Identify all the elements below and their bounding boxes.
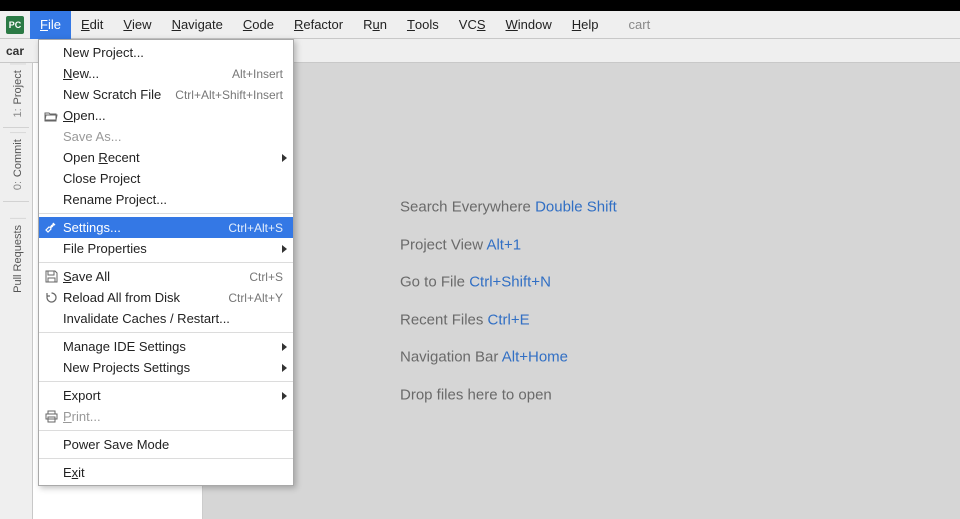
gutter-tab-commit[interactable]: 0: Commit: [10, 132, 26, 196]
print-icon: [43, 409, 59, 425]
app-icon-text: PC: [9, 20, 22, 30]
menu-separator: [39, 332, 293, 333]
menu-item-label: Exit: [63, 465, 283, 480]
menu-refactor[interactable]: Refactor: [284, 11, 353, 39]
menu-item-label: Close Project: [63, 171, 283, 186]
file-menu-dropdown: New Project...New...Alt+InsertNew Scratc…: [38, 39, 294, 486]
menu-item-power-save-mode[interactable]: Power Save Mode: [39, 434, 293, 455]
menu-item-shortcut: Ctrl+S: [237, 270, 283, 284]
menu-item-label: Print...: [63, 409, 283, 424]
menu-separator: [39, 458, 293, 459]
menu-item-label: Export: [63, 388, 282, 403]
folder-open-icon: [43, 108, 59, 124]
menu-item-label: Save All: [63, 269, 237, 284]
menu-edit[interactable]: Edit: [71, 11, 113, 39]
menu-item-label: New...: [63, 66, 220, 81]
menu-item-export[interactable]: Export: [39, 385, 293, 406]
submenu-arrow-icon: [282, 245, 287, 253]
nav-project-label[interactable]: car: [6, 44, 24, 58]
app-icon: PC: [6, 16, 24, 34]
menu-item-close-project[interactable]: Close Project: [39, 168, 293, 189]
menu-item-label: Manage IDE Settings: [63, 339, 282, 354]
menu-separator: [39, 213, 293, 214]
menu-item-shortcut: Ctrl+Alt+Y: [216, 291, 283, 305]
menu-file[interactable]: File: [30, 11, 71, 39]
menu-item-save-as: Save As...: [39, 126, 293, 147]
menu-item-invalidate-caches-restart[interactable]: Invalidate Caches / Restart...: [39, 308, 293, 329]
menu-item-label: Rename Project...: [63, 192, 283, 207]
menu-item-new-project[interactable]: New Project...: [39, 42, 293, 63]
menu-item-file-properties[interactable]: File Properties: [39, 238, 293, 259]
menu-item-label: Invalidate Caches / Restart...: [63, 311, 283, 326]
submenu-arrow-icon: [282, 392, 287, 400]
menu-item-shortcut: Alt+Insert: [220, 67, 283, 81]
menu-item-label: New Scratch File: [63, 87, 163, 102]
menu-item-label: File Properties: [63, 241, 282, 256]
menu-item-open-recent[interactable]: Open Recent: [39, 147, 293, 168]
welcome-hint: Go to File Ctrl+Shift+N: [400, 264, 820, 302]
menu-item-shortcut: Ctrl+Alt+Shift+Insert: [163, 88, 283, 102]
menu-code[interactable]: Code: [233, 11, 284, 39]
wrench-icon: [43, 220, 59, 236]
menu-item-label: Power Save Mode: [63, 437, 283, 452]
menu-item-save-all[interactable]: Save AllCtrl+S: [39, 266, 293, 287]
menu-help[interactable]: Help: [562, 11, 609, 39]
menu-item-rename-project[interactable]: Rename Project...: [39, 189, 293, 210]
menu-item-label: Save As...: [63, 129, 283, 144]
menu-item-new-scratch-file[interactable]: New Scratch FileCtrl+Alt+Shift+Insert: [39, 84, 293, 105]
menu-item-label: Reload All from Disk: [63, 290, 216, 305]
welcome-hint: Project View Alt+1: [400, 226, 820, 264]
welcome-hints: Search Everywhere Double ShiftProject Vi…: [400, 189, 820, 414]
welcome-hint: Drop files here to open: [400, 376, 820, 414]
menu-item-shortcut: Ctrl+Alt+S: [216, 221, 283, 235]
menu-item-label: New Project...: [63, 45, 283, 60]
welcome-hint: Recent Files Ctrl+E: [400, 301, 820, 339]
menu-window[interactable]: Window: [496, 11, 562, 39]
save-icon: [43, 269, 59, 285]
left-tool-gutter: 1: Project 0: Commit Pull Requests: [0, 63, 33, 519]
submenu-arrow-icon: [282, 154, 287, 162]
menu-separator: [39, 381, 293, 382]
navbar-breadcrumb[interactable]: cart: [609, 17, 651, 32]
menu-navigate[interactable]: Navigate: [162, 11, 233, 39]
reload-icon: [43, 290, 59, 306]
menu-separator: [39, 430, 293, 431]
submenu-arrow-icon: [282, 343, 287, 351]
menu-item-label: New Projects Settings: [63, 360, 282, 375]
menu-tools[interactable]: Tools: [397, 11, 449, 39]
menu-item-settings[interactable]: Settings...Ctrl+Alt+S: [39, 217, 293, 238]
gutter-tab-project[interactable]: 1: Project: [10, 63, 26, 123]
menu-separator: [39, 262, 293, 263]
menu-bar: PC FileEditViewNavigateCodeRefactorRunTo…: [0, 11, 960, 39]
menu-item-label: Open Recent: [63, 150, 282, 165]
welcome-hint: Navigation Bar Alt+Home: [400, 339, 820, 377]
menu-item-new[interactable]: New...Alt+Insert: [39, 63, 293, 84]
welcome-hint: Search Everywhere Double Shift: [400, 189, 820, 227]
gutter-tab-pull-requests[interactable]: Pull Requests: [10, 218, 26, 299]
menu-item-manage-ide-settings[interactable]: Manage IDE Settings: [39, 336, 293, 357]
menu-bar-items: FileEditViewNavigateCodeRefactorRunTools…: [30, 11, 609, 39]
menu-item-open[interactable]: Open...: [39, 105, 293, 126]
menu-item-label: Open...: [63, 108, 283, 123]
menu-item-new-projects-settings[interactable]: New Projects Settings: [39, 357, 293, 378]
window-titlebar: [0, 0, 960, 11]
menu-view[interactable]: View: [113, 11, 161, 39]
menu-run[interactable]: Run: [353, 11, 397, 39]
menu-vcs[interactable]: VCS: [449, 11, 496, 39]
menu-item-label: Settings...: [63, 220, 216, 235]
menu-item-exit[interactable]: Exit: [39, 462, 293, 483]
submenu-arrow-icon: [282, 364, 287, 372]
menu-item-reload-all-from-disk[interactable]: Reload All from DiskCtrl+Alt+Y: [39, 287, 293, 308]
menu-item-print: Print...: [39, 406, 293, 427]
